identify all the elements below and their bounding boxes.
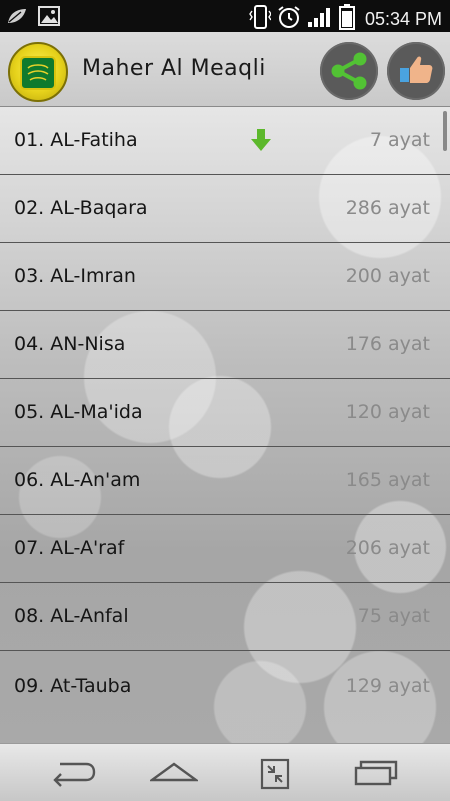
navigation-bar [0, 743, 450, 801]
clock: 05:34 PM [364, 8, 442, 29]
thumbs-up-icon [400, 56, 433, 83]
list-item[interactable]: 03. AL-Imran 200 ayat [0, 243, 450, 311]
surah-name: 06. AL-An'am [14, 469, 141, 491]
phone-vibrate-icon [249, 5, 272, 33]
surah-name: 01. AL-Fatiha [14, 129, 138, 151]
battery-icon [338, 4, 355, 34]
image-icon [38, 6, 60, 30]
surah-name: 03. AL-Imran [14, 265, 136, 287]
share-button[interactable] [320, 42, 378, 100]
surah-name: 04. AN-Nisa [14, 333, 126, 355]
ayat-count: 120 ayat [345, 401, 430, 423]
list-item[interactable]: 04. AN-Nisa 176 ayat [0, 311, 450, 379]
quran-logo-icon [8, 42, 68, 102]
multitask-icon [354, 760, 398, 786]
recent-apps-button[interactable] [256, 758, 304, 790]
list-item[interactable]: 06. AL-An'am 165 ayat [0, 447, 450, 515]
signal-icon [307, 6, 333, 32]
surah-name: 02. AL-Baqara [14, 197, 148, 219]
alarm-icon [277, 5, 301, 33]
back-icon [53, 762, 96, 787]
share-icon [331, 52, 367, 90]
surah-list[interactable]: 01. AL-Fatiha 7 ayat 02. AL-Baqara 286 a… [0, 107, 450, 743]
ayat-count: 7 ayat [369, 129, 430, 151]
list-item[interactable]: 09. At-Tauba 129 ayat [0, 651, 450, 743]
list-item[interactable]: 05. AL-Ma'ida 120 ayat [0, 379, 450, 447]
leaf-icon [6, 7, 28, 29]
ayat-count: 165 ayat [345, 469, 430, 491]
list-item[interactable]: 02. AL-Baqara 286 ayat [0, 175, 450, 243]
recent-apps-icon [260, 758, 290, 790]
ayat-count: 200 ayat [345, 265, 430, 287]
app-title: Maher Al Meaqli [82, 56, 266, 81]
ayat-count: 286 ayat [345, 197, 430, 219]
list-item[interactable]: 01. AL-Fatiha 7 ayat [0, 107, 450, 175]
list-item[interactable]: 07. AL-A'raf 206 ayat [0, 515, 450, 583]
download-arrow-icon[interactable] [248, 127, 274, 157]
surah-name: 08. AL-Anfal [14, 605, 129, 627]
status-bar: 05:34 PM [0, 0, 450, 32]
app-header: Maher Al Meaqli [0, 32, 450, 107]
surah-name: 09. At-Tauba [14, 675, 132, 697]
surah-name: 05. AL-Ma'ida [14, 401, 143, 423]
home-button[interactable] [148, 758, 200, 788]
home-icon [148, 762, 200, 782]
list-item[interactable]: 08. AL-Anfal 75 ayat [0, 583, 450, 651]
like-button[interactable] [387, 42, 445, 100]
ayat-count: 176 ayat [345, 333, 430, 355]
ayat-count: 206 ayat [345, 537, 430, 559]
surah-name: 07. AL-A'raf [14, 537, 125, 559]
back-button[interactable] [50, 758, 98, 788]
multitask-button[interactable] [352, 758, 400, 788]
ayat-count: 75 ayat [357, 605, 430, 627]
ayat-count: 129 ayat [345, 675, 430, 697]
